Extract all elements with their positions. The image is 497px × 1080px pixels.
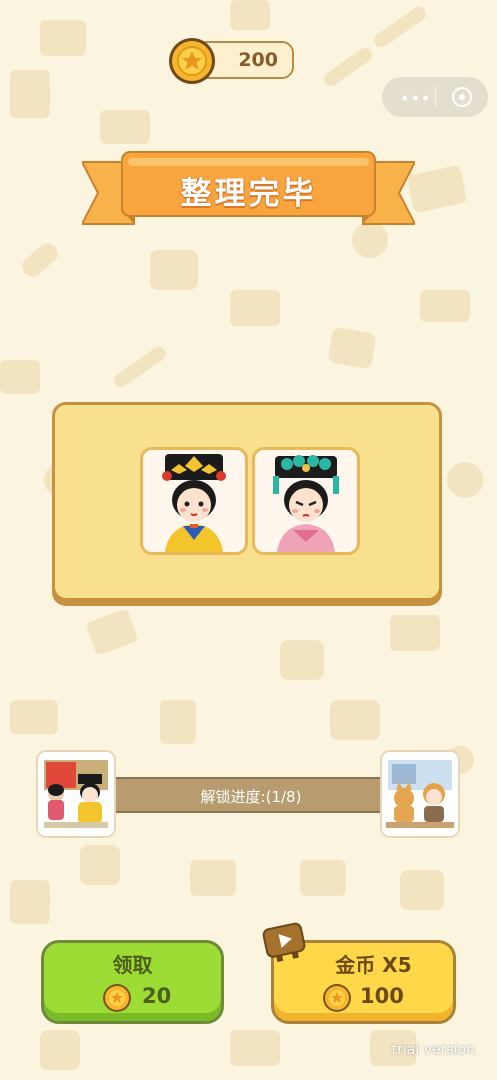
current-scene-thumbnail[interactable] [36,750,116,838]
next-scene-thumbnail[interactable] [380,750,460,838]
claim-button[interactable]: 领取 20 [41,940,224,1024]
video-ad-icon [262,922,306,962]
coin-counter: 200 [168,37,294,84]
character-card-pink[interactable] [252,447,360,555]
capsule-divider [435,87,436,107]
title-ribbon: 整理完毕 [80,150,417,232]
more-menu-icon[interactable]: ••• [400,89,431,108]
result-panel [52,402,442,601]
coin-icon [103,984,131,1012]
claim-button-label: 领取 [112,953,153,977]
progress-label: 解锁进度:(1/8) [200,788,302,806]
character-card-yellow[interactable] [140,447,248,555]
palace-scene-illustration [38,752,114,836]
mini-program-capsule: ••• [382,77,488,117]
claim-amount: 20 [142,984,172,1008]
unlock-progress: 解锁进度:(1/8) [36,750,461,842]
coin-count: 200 [238,49,278,71]
multiply-amount: 100 [360,984,404,1008]
yellow-consort-illustration [162,454,226,552]
coin-icon [323,984,351,1012]
ribbon-title: 整理完毕 [180,176,317,212]
office-scene-illustration [382,752,458,836]
gold-coin-icon [169,38,215,84]
progress-bar: 解锁进度:(1/8) [104,777,398,813]
pink-consort-illustration [273,455,339,552]
close-target-icon[interactable] [452,87,472,107]
trial-watermark: trial version [391,1042,475,1058]
